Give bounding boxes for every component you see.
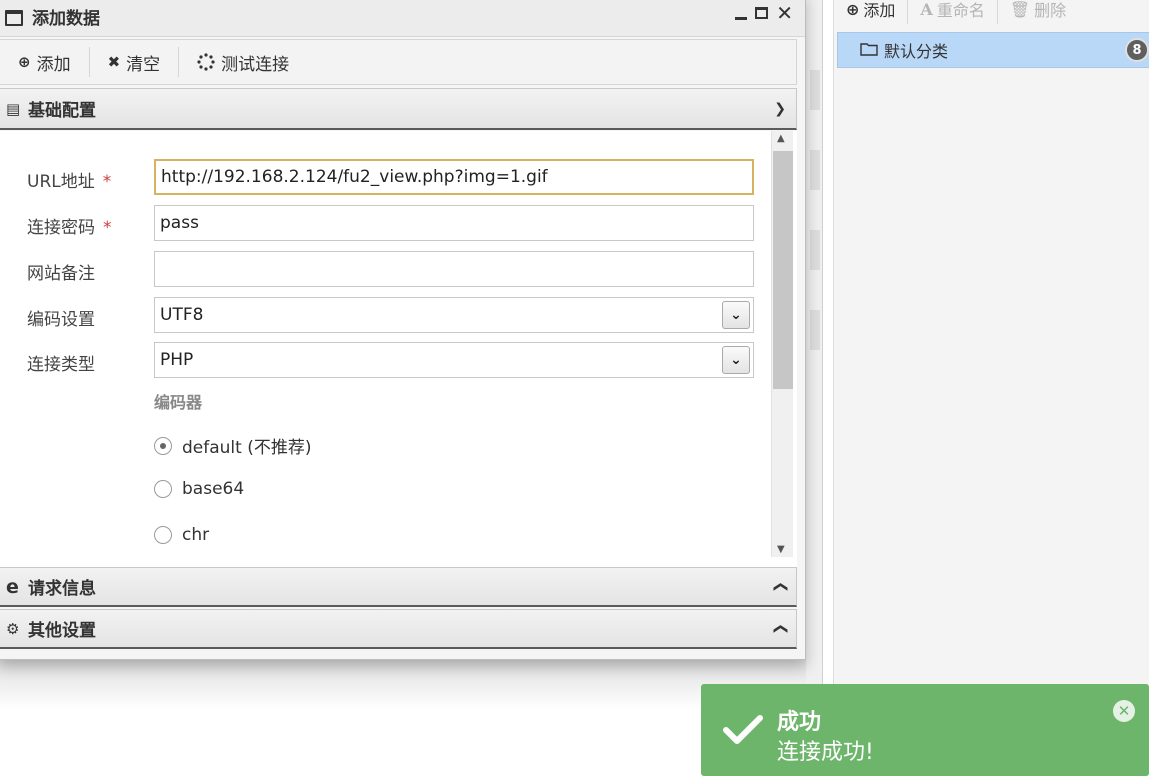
dialog-toolbar: ⊕ 添加 ✖ 清空 测试连接 (0, 39, 797, 85)
chevron-up-icon: ❯ (772, 580, 789, 593)
note-input[interactable] (154, 251, 754, 287)
section-basic-label: 基础配置 (28, 101, 96, 121)
section-request-info[interactable]: e 请求信息 ❯ (0, 567, 797, 607)
plus-circle-icon: ⊕ (846, 0, 860, 19)
password-label: 连接密码 * (27, 218, 112, 238)
category-item-label: 默认分类 (884, 42, 949, 61)
category-rename-button[interactable]: A 重命名 (908, 0, 998, 24)
section-other-settings[interactable]: ⚙ 其他设置 ❯ (0, 609, 797, 649)
category-delete-button[interactable]: 🗑 删除 (998, 0, 1078, 24)
form-scrollbar[interactable]: ▲ ▼ (771, 131, 793, 557)
success-toast: 成功 连接成功! ✕ (701, 684, 1149, 776)
font-icon: A (920, 0, 933, 19)
category-toolbar: ⊕ 添加 A 重命名 🗑 删除 (834, 0, 1149, 26)
encoder-option-chr[interactable]: chr (154, 525, 209, 545)
password-row: 连接密码 * (0, 205, 769, 241)
spinner-icon (197, 53, 215, 71)
encoder-option-label: chr (182, 525, 210, 545)
test-connection-label: 测试连接 (221, 54, 290, 75)
plus-circle-icon: ⊕ (18, 53, 31, 71)
note-row: 网站备注 (0, 251, 769, 287)
type-select[interactable]: PHP ⌄ (154, 342, 754, 378)
basic-config-form: URL地址* 连接密码* 网站备注 编码设置 UTF8 ⌄ 连接类型 PHP ⌄… (0, 131, 797, 567)
encoder-option-base64[interactable]: base64 (154, 479, 244, 499)
chevron-down-icon[interactable]: ⌄ (722, 346, 750, 374)
encoder-option-label: default (不推荐) (182, 438, 312, 458)
encoding-select[interactable]: UTF8 ⌄ (154, 297, 754, 333)
test-connection-button[interactable]: 测试连接 (179, 47, 307, 77)
section-request-label: 请求信息 (28, 579, 96, 599)
type-row: 连接类型 PHP ⌄ (0, 342, 769, 378)
maximize-button[interactable] (755, 7, 769, 19)
add-data-dialog: 添加数据 ✕ ⊕ 添加 ✖ 清空 测试连接 ▤ 基础配置 ❯ URL地址 * h… (0, 0, 806, 660)
edge-icon: e (6, 575, 19, 598)
background-scroll-strip (806, 0, 822, 776)
type-label: 连接类型 (27, 355, 95, 375)
encoding-row: 编码设置 UTF8 ⌄ (0, 297, 769, 333)
radio-button[interactable] (154, 526, 172, 544)
encoder-title: 编码器 (154, 393, 203, 412)
gears-icon: ⚙ (6, 619, 20, 638)
scroll-up-icon[interactable]: ▲ (777, 133, 785, 144)
category-add-button[interactable]: ⊕ 添加 (834, 0, 909, 24)
category-count-badge: 8 (1125, 38, 1149, 62)
trash-icon: 🗑 (1009, 0, 1031, 19)
minimize-button[interactable] (735, 16, 748, 20)
category-add-label: 添加 (863, 1, 896, 20)
window-controls: ✕ (735, 3, 793, 23)
url-label: URL地址 * (27, 172, 112, 192)
category-item-default[interactable]: 默认分类 8 (837, 32, 1149, 68)
x-icon: ✖ (107, 53, 121, 71)
panel-divider (822, 0, 823, 776)
password-input[interactable] (154, 205, 754, 241)
dialog-titlebar[interactable]: 添加数据 ✕ (0, 0, 805, 37)
category-rename-label: 重命名 (936, 1, 985, 20)
close-icon[interactable]: ✕ (1113, 700, 1135, 722)
url-input[interactable] (154, 159, 754, 195)
radio-button[interactable] (154, 480, 172, 498)
radio-button[interactable] (154, 436, 172, 455)
add-button[interactable]: ⊕ 添加 (0, 47, 90, 77)
type-value: PHP (160, 350, 194, 370)
chevron-up-icon: ❯ (772, 622, 789, 635)
section-basic-config[interactable]: ▤ 基础配置 ❯ (0, 88, 797, 130)
encoding-label: 编码设置 (27, 310, 95, 330)
scroll-thumb[interactable] (773, 151, 793, 389)
check-icon (723, 715, 763, 744)
encoder-option-label: base64 (182, 479, 245, 499)
chevron-down-icon: ❯ (774, 100, 786, 117)
add-button-label: 添加 (36, 54, 71, 75)
encoding-value: UTF8 (160, 305, 204, 325)
clear-button[interactable]: ✖ 清空 (90, 47, 180, 77)
category-panel: ⊕ 添加 A 重命名 🗑 删除 默认分类 8 (833, 0, 1149, 776)
url-row: URL地址 * (0, 159, 769, 195)
required-mark: * (102, 172, 112, 192)
category-delete-label: 删除 (1034, 1, 1067, 20)
close-button[interactable]: ✕ (776, 3, 793, 23)
clear-button-label: 清空 (126, 54, 161, 75)
section-other-label: 其他设置 (28, 621, 96, 641)
document-icon: ▤ (6, 99, 21, 118)
chevron-down-icon[interactable]: ⌄ (722, 301, 750, 329)
window-icon (5, 10, 23, 26)
encoder-option-default[interactable]: default (不推荐) (154, 433, 311, 458)
folder-icon (860, 43, 878, 56)
dialog-title: 添加数据 (32, 9, 100, 29)
scroll-down-icon[interactable]: ▼ (777, 544, 785, 555)
note-label: 网站备注 (27, 264, 95, 284)
toast-message: 连接成功! (777, 740, 874, 765)
toast-title: 成功 (777, 710, 822, 735)
required-mark: * (103, 218, 112, 238)
